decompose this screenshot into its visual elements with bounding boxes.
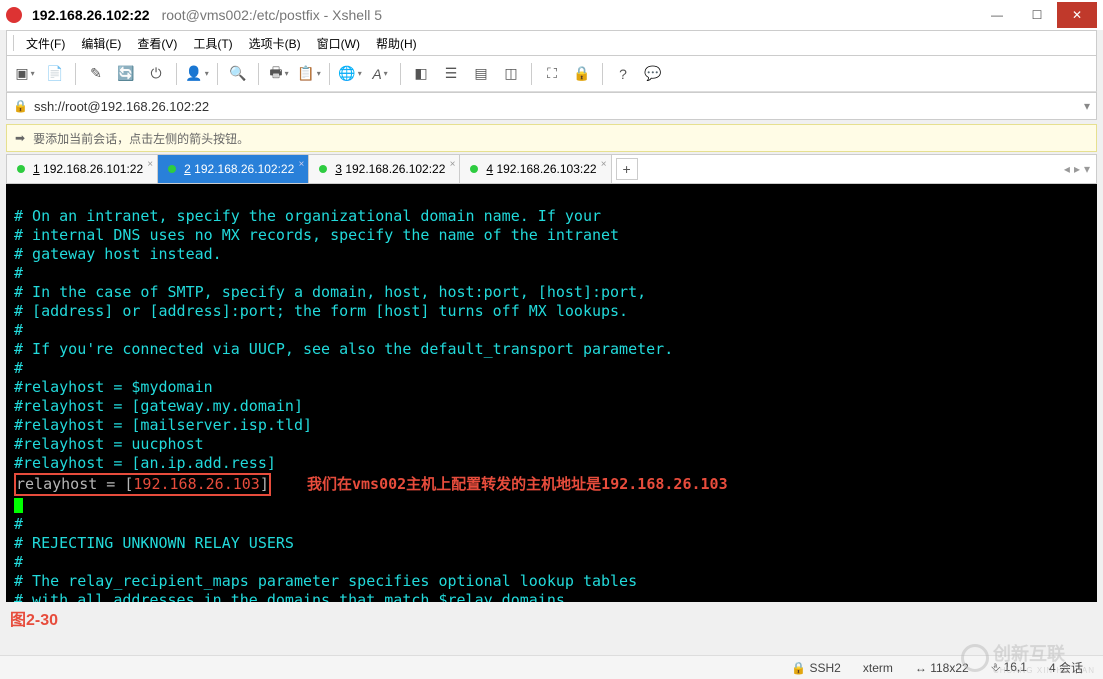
status-term: xterm [863,661,893,675]
minimize-button[interactable]: — [977,2,1017,28]
terminal-line: #relayhost = [mailserver.isp.tld] [14,416,312,434]
tree-icon[interactable]: ☰ [439,62,463,86]
title-host: 192.168.26.102:22 [32,7,150,23]
terminal-line: # with all addresses in the domains that… [14,591,574,602]
relayhost-ip: 192.168.26.103 [133,475,259,493]
address-input[interactable] [34,99,1084,114]
menu-window[interactable]: 窗口(W) [311,32,366,55]
highlight-icon[interactable]: ✎ [84,62,108,86]
maximize-button[interactable]: ☐ [1017,2,1057,28]
terminal-line: #relayhost = [an.ip.add.ress] [14,454,276,472]
tab-2[interactable]: 2 192.168.26.102:22 × [158,155,309,183]
font-icon[interactable]: A [368,62,392,86]
app-icon [6,7,22,23]
lock-icon[interactable]: 🔒 [570,62,594,86]
status-dot-icon [319,165,327,173]
menu-file[interactable]: 文件(F) [20,32,71,55]
menu-help[interactable]: 帮助(H) [370,32,423,55]
terminal-line: # [14,553,23,571]
lock-small-icon: 🔒 [13,99,28,113]
status-dot-icon [470,165,478,173]
tab-menu-icon[interactable]: ▾ [1084,162,1090,176]
tab-close-icon[interactable]: × [147,159,153,170]
tab-label: 192.168.26.101:22 [43,162,143,176]
relayhost-line: relayhost = [192.168.26.103] [14,473,271,496]
terminal-line: #relayhost = uucphost [14,435,204,453]
title-path: root@vms002:/etc/postfix - Xshell 5 [162,7,382,23]
terminal-line: #relayhost = $mydomain [14,378,213,396]
print-icon[interactable]: 🖶 [267,62,291,86]
reconnect-icon[interactable]: 🔄 [114,62,138,86]
status-dot-icon [17,165,25,173]
globe-icon[interactable]: 🌐 [338,62,362,86]
terminal-line: # [14,359,23,377]
close-button[interactable]: ✕ [1057,2,1097,28]
tab-label: 192.168.26.102:22 [194,162,294,176]
disconnect-icon[interactable]: ⏻ [144,62,168,86]
hint-bar: ➡ 要添加当前会话，点击左侧的箭头按钮。 [6,124,1097,152]
terminal-line: # [14,321,23,339]
menu-edit[interactable]: 编辑(E) [75,32,127,55]
search-icon[interactable]: 🔍 [226,62,250,86]
annotation-text: 我们在vms002主机上配置转发的主机地址是192.168.26.103 [307,475,728,493]
address-dropdown-icon[interactable]: ▾ [1084,99,1090,113]
watermark-brand: 创新互联 [993,640,1095,666]
palette-icon[interactable]: ◧ [409,62,433,86]
terminal-line: # gateway host instead. [14,245,222,263]
hint-arrow-icon[interactable]: ➡ [15,131,25,145]
terminal-line: # In the case of SMTP, specify a domain,… [14,283,646,301]
tab-1[interactable]: 1 192.168.26.101:22 × [7,155,158,183]
watermark: 创新互联 CHUANG XIN HU LIAN [961,640,1095,675]
tab-label: 192.168.26.102:22 [345,162,445,176]
terminal-line: # REJECTING UNKNOWN RELAY USERS [14,534,294,552]
terminal-line: # [14,515,23,533]
terminal[interactable]: # On an intranet, specify the organizati… [6,184,1097,602]
terminal-line: # The relay_recipient_maps parameter spe… [14,572,637,590]
menu-tabs[interactable]: 选项卡(B) [243,32,307,55]
open-icon[interactable]: 📄 [43,62,67,86]
tab-next-icon[interactable]: ▸ [1074,162,1080,176]
figure-label: 图2-30 [0,602,1103,634]
terminal-line: # If you're connected via UUCP, see also… [14,340,673,358]
tab-close-icon[interactable]: × [298,159,304,170]
profile-icon[interactable]: 👤 [185,62,209,86]
hint-text: 要添加当前会话，点击左侧的箭头按钮。 [33,130,249,147]
terminal-line: # [14,264,23,282]
menu-tools[interactable]: 工具(T) [187,32,238,55]
toolbar: ▣ 📄 ✎ 🔄 ⏻ 👤 🔍 🖶 📋 🌐 A ◧ ☰ ▤ ◫ ⛶ 🔒 ? 💬 [6,56,1097,92]
add-tab-button[interactable]: + [616,158,638,180]
terminal-line: # internal DNS uses no MX records, speci… [14,226,619,244]
tab-close-icon[interactable]: × [450,159,456,170]
status-proto: 🔒 SSH2 [791,661,841,675]
terminal-line: # [address] or [address]:port; the form … [14,302,628,320]
menu-bar: 文件(F) 编辑(E) 查看(V) 工具(T) 选项卡(B) 窗口(W) 帮助(… [6,30,1097,56]
session-tabs: 1 192.168.26.101:22 × 2 192.168.26.102:2… [6,154,1097,184]
split-icon[interactable]: ◫ [499,62,523,86]
panel-icon[interactable]: ▤ [469,62,493,86]
watermark-logo-icon [961,644,989,672]
tab-prev-icon[interactable]: ◂ [1064,162,1070,176]
menu-view[interactable]: 查看(V) [131,32,183,55]
copy-icon[interactable]: 📋 [297,62,321,86]
watermark-sub: CHUANG XIN HU LIAN [993,666,1095,675]
title-bar: 192.168.26.102:22 root@vms002:/etc/postf… [0,0,1103,30]
window-buttons: — ☐ ✕ [977,2,1097,28]
chat-icon[interactable]: 💬 [641,62,665,86]
terminal-line: #relayhost = [gateway.my.domain] [14,397,303,415]
tab-4[interactable]: 4 192.168.26.103:22 × [460,155,611,183]
cursor [14,498,23,513]
tab-label: 192.168.26.103:22 [496,162,596,176]
tab-nav: ◂ ▸ ▾ [1064,162,1096,176]
status-dot-icon [168,165,176,173]
fullscreen-icon[interactable]: ⛶ [540,62,564,86]
help-icon[interactable]: ? [611,62,635,86]
new-session-icon[interactable]: ▣ [13,62,37,86]
terminal-line: # On an intranet, specify the organizati… [14,207,601,225]
tab-close-icon[interactable]: × [601,159,607,170]
status-bar: 🔒 SSH2 xterm ↔ 118x22 ⎀ 16,1 4 会话 [0,655,1103,679]
tab-3[interactable]: 3 192.168.26.102:22 × [309,155,460,183]
address-bar: 🔒 ▾ [6,92,1097,120]
